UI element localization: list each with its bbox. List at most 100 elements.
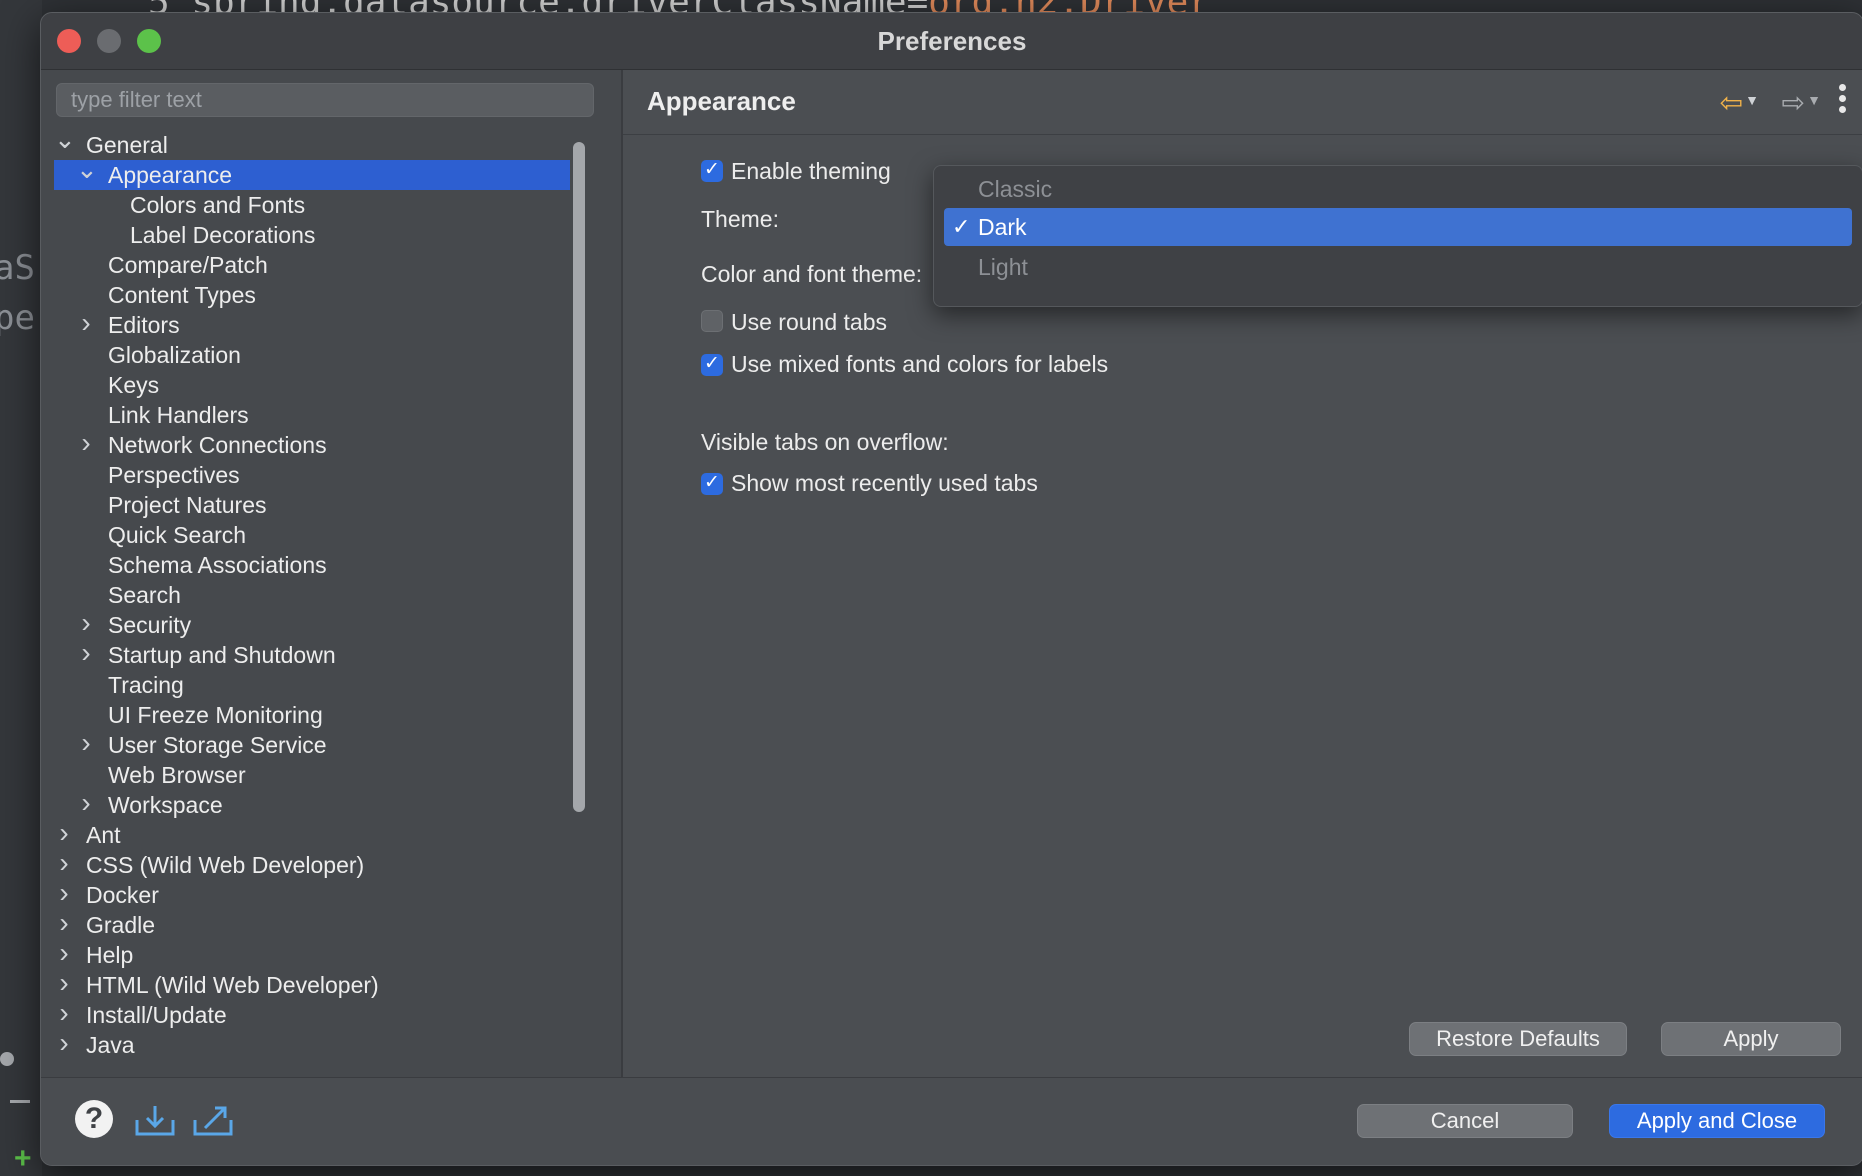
filter-input[interactable]: type filter text (56, 83, 594, 117)
import-icon[interactable] (133, 1102, 177, 1138)
overflow-heading: Visible tabs on overflow: (701, 429, 949, 455)
tree-item-keys[interactable]: Keys (54, 370, 570, 400)
tree-item-java[interactable]: › Java (54, 1028, 570, 1060)
plus-icon[interactable]: + (14, 1142, 32, 1176)
tree-item-gradle[interactable]: › Gradle (54, 908, 570, 940)
cancel-button[interactable]: Cancel (1357, 1104, 1573, 1138)
background-fragment: aS (0, 248, 35, 288)
tree-item-compare-patch[interactable]: Compare/Patch (54, 250, 570, 280)
tree-item-link-handlers[interactable]: Link Handlers (54, 400, 570, 430)
dropdown-option-label: Dark (978, 214, 1027, 240)
dialog-footer: ? Cancel Apply and Close (41, 1077, 1862, 1165)
tree-item-schema-associations[interactable]: Schema Associations (54, 550, 570, 580)
chevron-right-icon[interactable]: › (54, 908, 74, 938)
tree-item-colors-and-fonts[interactable]: Colors and Fonts (54, 190, 570, 220)
help-icon[interactable]: ? (75, 1100, 113, 1138)
chevron-right-icon[interactable]: › (54, 968, 74, 998)
tree-item-label: Editors (108, 312, 180, 338)
tree-item-label-decorations[interactable]: Label Decorations (54, 220, 570, 250)
preferences-tree: ⌄ General ⌄ Appearance Colors and Fonts Label… (54, 130, 570, 1080)
round-tabs-checkbox[interactable] (701, 310, 723, 332)
mixed-fonts-checkbox[interactable] (701, 352, 723, 376)
tree-item-help[interactable]: › Help (54, 938, 570, 970)
chevron-right-icon[interactable]: › (54, 848, 74, 878)
tree-item-label: Label Decorations (130, 222, 316, 248)
tree-item-network-connections[interactable]: › Network Connections (54, 428, 570, 460)
minus-icon[interactable] (10, 1100, 30, 1103)
apply-button[interactable]: Apply (1661, 1022, 1841, 1056)
dropdown-option-dark[interactable]: ✓ Dark (944, 208, 1852, 246)
tree-scrollbar[interactable] (573, 134, 585, 1084)
back-history-dropdown-icon[interactable]: ▼ (1745, 92, 1759, 108)
tree-item-label: General (86, 132, 168, 158)
tree-item-workspace[interactable]: › Workspace (54, 788, 570, 820)
tree-item-editors[interactable]: › Editors (54, 308, 570, 340)
tree-item-startup-and-shutdown[interactable]: › Startup and Shutdown (54, 638, 570, 670)
chevron-right-icon[interactable]: › (54, 878, 74, 908)
page-header: Appearance ⇦ ▼ ⇨ ▼ (623, 70, 1862, 135)
tree-item-label: Ant (86, 822, 121, 848)
chevron-right-icon[interactable]: › (54, 1028, 74, 1058)
theme-label: Theme: (701, 206, 779, 232)
forward-history-dropdown-icon[interactable]: ▼ (1807, 92, 1821, 108)
background-left-strip (0, 0, 42, 1176)
tree-item-globalization[interactable]: Globalization (54, 340, 570, 370)
chevron-right-icon[interactable]: › (54, 938, 74, 968)
tree-item-html-wild-web-developer[interactable]: › HTML (Wild Web Developer) (54, 968, 570, 1000)
tree-item-quick-search[interactable]: Quick Search (54, 520, 570, 550)
chevron-right-icon[interactable]: › (54, 818, 74, 848)
tree-item-label: Startup and Shutdown (108, 642, 336, 668)
tree-item-ui-freeze-monitoring[interactable]: UI Freeze Monitoring (54, 700, 570, 730)
kebab-menu-icon[interactable] (1839, 84, 1849, 117)
chevron-right-icon[interactable]: › (76, 638, 96, 668)
dropdown-option-light[interactable]: Light (944, 248, 1852, 286)
apply-and-close-button[interactable]: Apply and Close (1609, 1104, 1825, 1138)
enable-theming-checkbox[interactable] (701, 158, 723, 182)
tree-item-label: Link Handlers (108, 402, 249, 428)
tree-item-install-update[interactable]: › Install/Update (54, 998, 570, 1030)
tree-item-label: Workspace (108, 792, 223, 818)
chevron-down-icon[interactable]: ⌄ (54, 130, 76, 154)
chevron-right-icon[interactable]: › (76, 428, 96, 458)
dropdown-option-classic[interactable]: Classic (944, 170, 1852, 208)
chevron-right-icon[interactable]: › (54, 998, 74, 1028)
tree-item-project-natures[interactable]: Project Natures (54, 490, 570, 520)
back-arrow-icon[interactable]: ⇦ (1720, 86, 1743, 119)
chevron-right-icon[interactable]: › (76, 608, 96, 638)
tree-item-web-browser[interactable]: Web Browser (54, 760, 570, 790)
tree-item-label: Keys (108, 372, 160, 398)
preferences-tree-pane: type filter text ⌄ General ⌄ Appearance Colo… (41, 70, 623, 1077)
tree-item-label: HTML (Wild Web Developer) (86, 972, 379, 998)
tree-item-label: User Storage Service (108, 732, 327, 758)
dropdown-option-label: Light (978, 254, 1028, 280)
tree-item-tracing[interactable]: Tracing (54, 670, 570, 700)
tree-item-label: Network Connections (108, 432, 327, 458)
chevron-right-icon[interactable]: › (76, 308, 96, 338)
mru-tabs-checkbox[interactable] (701, 471, 723, 495)
tree-item-label: Search (108, 582, 181, 608)
tree-item-content-types[interactable]: Content Types (54, 280, 570, 310)
tree-item-label: Project Natures (108, 492, 267, 518)
tree-item-search[interactable]: Search (54, 580, 570, 610)
chevron-down-icon[interactable]: ⌄ (76, 154, 98, 184)
tree-item-docker[interactable]: › Docker (54, 878, 570, 910)
tree-item-ant[interactable]: › Ant (54, 818, 570, 850)
tree-item-css-wild-web-developer[interactable]: › CSS (Wild Web Developer) (54, 848, 570, 880)
tree-item-security[interactable]: › Security (54, 608, 570, 640)
mixed-fonts-label: Use mixed fonts and colors for labels (731, 351, 1109, 377)
scrollbar-thumb[interactable] (573, 142, 585, 812)
forward-arrow-icon[interactable]: ⇨ (1782, 86, 1805, 119)
chevron-right-icon[interactable]: › (76, 728, 96, 758)
restore-defaults-button[interactable]: Restore Defaults (1409, 1022, 1627, 1056)
export-icon[interactable] (191, 1102, 235, 1138)
tree-item-label: Install/Update (86, 1002, 227, 1028)
tree-item-perspectives[interactable]: Perspectives (54, 460, 570, 490)
theme-dropdown-menu: Classic ✓ Dark Light (933, 165, 1862, 307)
tree-item-general[interactable]: ⌄ General (54, 130, 570, 160)
tree-item-user-storage-service[interactable]: › User Storage Service (54, 728, 570, 760)
chevron-right-icon[interactable]: › (76, 788, 96, 818)
window-title: Preferences (877, 26, 1027, 56)
tree-item-label: Compare/Patch (108, 252, 268, 278)
tree-item-label: Perspectives (108, 462, 240, 488)
tree-item-appearance[interactable]: ⌄ Appearance (54, 154, 570, 190)
